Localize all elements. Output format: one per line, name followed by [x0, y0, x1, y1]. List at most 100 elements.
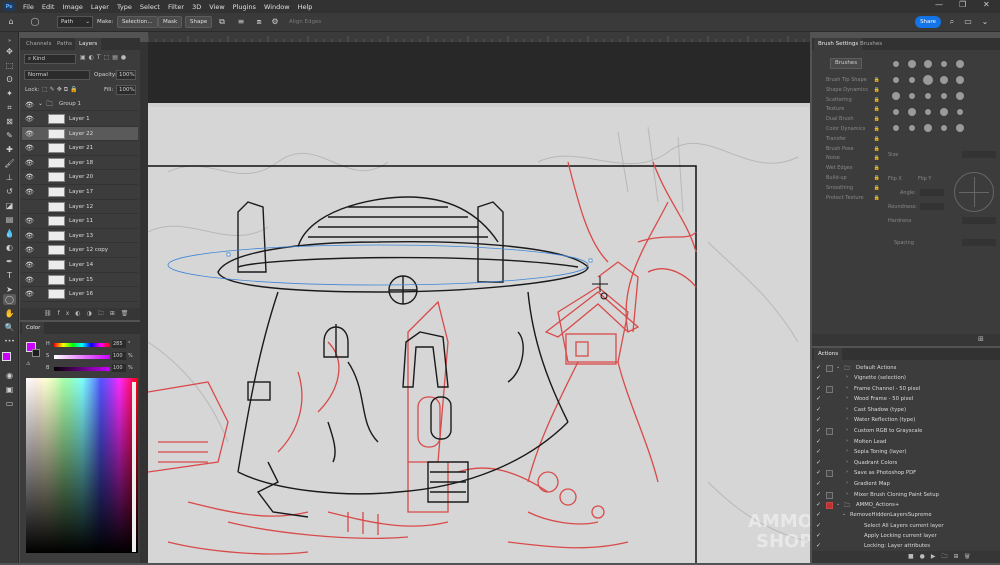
- chevron-down-icon[interactable]: ⌄: [842, 511, 846, 517]
- check-icon[interactable]: ✓: [816, 385, 821, 392]
- lock-icon[interactable]: 🔒: [874, 164, 880, 173]
- magic-wand-tool-icon[interactable]: ✦: [3, 88, 16, 99]
- action-row[interactable]: ✓ › Vignette (selection): [814, 373, 990, 384]
- eye-icon[interactable]: 👁: [25, 101, 34, 109]
- check-icon[interactable]: ✓: [816, 511, 821, 518]
- layers-footer-icons[interactable]: ⛓fx◐◑🗀⊞🗑: [20, 308, 140, 320]
- layer-row[interactable]: 👁 Layer 15: [22, 273, 138, 288]
- check-icon[interactable]: ✓: [816, 501, 821, 508]
- layer-row[interactable]: 👁 Layer 12 copy: [22, 243, 138, 258]
- action-row[interactable]: ✓ › Molten Lead: [814, 437, 990, 448]
- chevron-right-icon[interactable]: ›: [846, 427, 848, 433]
- chevron-down-icon[interactable]: ⌄: [836, 364, 840, 370]
- foreground-color-swatch[interactable]: [2, 352, 11, 361]
- menu-edit[interactable]: Edit: [38, 3, 59, 11]
- action-row[interactable]: ✓ › Mixer Brush Cloning Paint Setup: [814, 490, 990, 501]
- lock-icon[interactable]: 🔒: [874, 105, 880, 114]
- search-icon[interactable]: ⌕: [947, 17, 957, 27]
- spacing-checkbox[interactable]: Spacing: [894, 240, 914, 246]
- action-row[interactable]: ✓ › Water Reflection (type): [814, 415, 990, 426]
- brightness-slider[interactable]: [54, 367, 110, 371]
- eye-icon[interactable]: 👁: [25, 173, 34, 181]
- fill-input[interactable]: 100%: [116, 85, 136, 95]
- path-alignment-icon[interactable]: ≡: [236, 17, 246, 27]
- eraser-tool-icon[interactable]: ◪: [3, 200, 16, 211]
- action-set-ammo[interactable]: ✓ ⌄ 🗀 AMMO_Actions+: [814, 500, 990, 511]
- menu-3d[interactable]: 3D: [188, 3, 205, 11]
- tab-layers[interactable]: Layers: [75, 38, 102, 50]
- more-tools-icon[interactable]: •••: [3, 336, 16, 347]
- lock-icon[interactable]: 🔒: [874, 184, 880, 193]
- quick-mask-icon[interactable]: ◉: [3, 370, 16, 381]
- flip-x-checkbox[interactable]: Flip X: [888, 176, 902, 182]
- minimize-icon[interactable]: —: [935, 0, 943, 9]
- action-step[interactable]: ✓ Select All Layers current layer: [814, 521, 990, 532]
- action-row[interactable]: ✓ › Frame Channel - 50 pixel: [814, 384, 990, 395]
- layer-row[interactable]: 👁 Layer 14: [22, 258, 138, 273]
- chevron-right-icon[interactable]: ›: [846, 469, 848, 475]
- hue-slider[interactable]: [54, 343, 110, 347]
- dialog-toggle-box[interactable]: [826, 491, 833, 499]
- action-row[interactable]: ✓ › Gradient Map: [814, 479, 990, 490]
- s-input[interactable]: 100: [112, 352, 126, 360]
- eye-icon[interactable]: 👁: [25, 130, 34, 138]
- chevron-right-icon[interactable]: ›: [846, 448, 848, 454]
- check-icon[interactable]: ✓: [816, 532, 821, 539]
- dialog-toggle-box[interactable]: [826, 502, 833, 509]
- brush-tip-presets[interactable]: [888, 58, 996, 154]
- hand-tool-icon[interactable]: ✋: [3, 308, 16, 319]
- action-row[interactable]: ✓ › Cast Shadow (type): [814, 405, 990, 416]
- opacity-input[interactable]: 100%: [116, 70, 136, 80]
- menu-plugins[interactable]: Plugins: [229, 3, 260, 11]
- make-selection-button[interactable]: Selection...: [117, 16, 158, 28]
- layer-filter-icons[interactable]: ▣◐T⬚▤●: [80, 54, 138, 64]
- brush-option-row[interactable]: Color Dynamics 🔒: [826, 125, 880, 135]
- clone-stamp-tool-icon[interactable]: ⊥: [3, 172, 16, 183]
- action-step[interactable]: ✓ Apply Locking current layer: [814, 531, 990, 542]
- history-brush-tool-icon[interactable]: ↺: [3, 186, 16, 197]
- chevron-right-icon[interactable]: ›: [846, 491, 848, 497]
- check-icon[interactable]: ✓: [816, 364, 821, 371]
- lock-icon[interactable]: 🔒: [874, 125, 880, 134]
- layer-row[interactable]: 👁 Layer 22: [22, 126, 138, 142]
- eye-icon[interactable]: 👁: [25, 217, 34, 225]
- eye-icon[interactable]: 👁: [25, 246, 34, 254]
- brush-option-row[interactable]: Dual Brush 🔒: [826, 115, 880, 125]
- layer-row[interactable]: 👁 Layer 18: [22, 156, 138, 171]
- tab-brush-settings[interactable]: Brush Settings: [814, 38, 863, 50]
- check-icon[interactable]: ✓: [816, 427, 821, 434]
- check-icon[interactable]: ✓: [816, 406, 821, 413]
- make-shape-button[interactable]: Shape: [185, 16, 213, 28]
- actions-footer-icons[interactable]: ■●▶🗀⊞🗑: [812, 551, 1000, 563]
- move-tool-icon[interactable]: ✥: [3, 46, 16, 57]
- dialog-toggle-box[interactable]: [826, 428, 833, 435]
- gradient-tool-icon[interactable]: ▤: [3, 214, 16, 225]
- action-row[interactable]: ✓ › Save as Photoshop PDF: [814, 468, 990, 479]
- make-mask-button[interactable]: Mask: [158, 16, 183, 28]
- edit-toolbar-icon[interactable]: ▭: [3, 398, 16, 409]
- layer-row[interactable]: 👁 Layer 11: [22, 214, 138, 229]
- check-icon[interactable]: ✓: [816, 438, 821, 445]
- canvas-artwork[interactable]: AMMON SHOP: [147, 42, 828, 563]
- lock-icon[interactable]: 🔒: [874, 194, 880, 203]
- brush-tool-icon[interactable]: 🖌: [3, 158, 16, 169]
- check-icon[interactable]: ✓: [816, 374, 821, 381]
- action-step[interactable]: ✓ Locking: Layer attributes: [814, 541, 990, 552]
- ellipse-tool-preset-icon[interactable]: ◯: [30, 17, 40, 27]
- layer-row[interactable]: 👁 Layer 20: [22, 170, 138, 185]
- lock-icon[interactable]: 🔒: [874, 86, 880, 95]
- menu-layer[interactable]: Layer: [87, 3, 113, 11]
- lock-icon[interactable]: 🔒: [874, 135, 880, 144]
- chevron-right-icon[interactable]: ›: [846, 416, 848, 422]
- eye-icon[interactable]: 👁: [25, 276, 34, 284]
- tab-actions[interactable]: Actions: [814, 348, 843, 360]
- brush-option-row[interactable]: Brush Tip Shape 🔒: [826, 76, 880, 86]
- chevron-down-icon[interactable]: ⌄: [836, 501, 840, 507]
- action-row[interactable]: ✓ › Custom RGB to Grayscale: [814, 426, 990, 437]
- menu-view[interactable]: View: [205, 3, 228, 11]
- brush-option-row[interactable]: Build-up 🔒: [826, 174, 880, 184]
- pen-tool-icon[interactable]: ✒: [3, 256, 16, 267]
- lock-icons[interactable]: ⬚✎✥⧉🔒: [42, 86, 79, 94]
- eye-icon[interactable]: 👁: [25, 232, 34, 240]
- eye-icon[interactable]: 👁: [25, 159, 34, 167]
